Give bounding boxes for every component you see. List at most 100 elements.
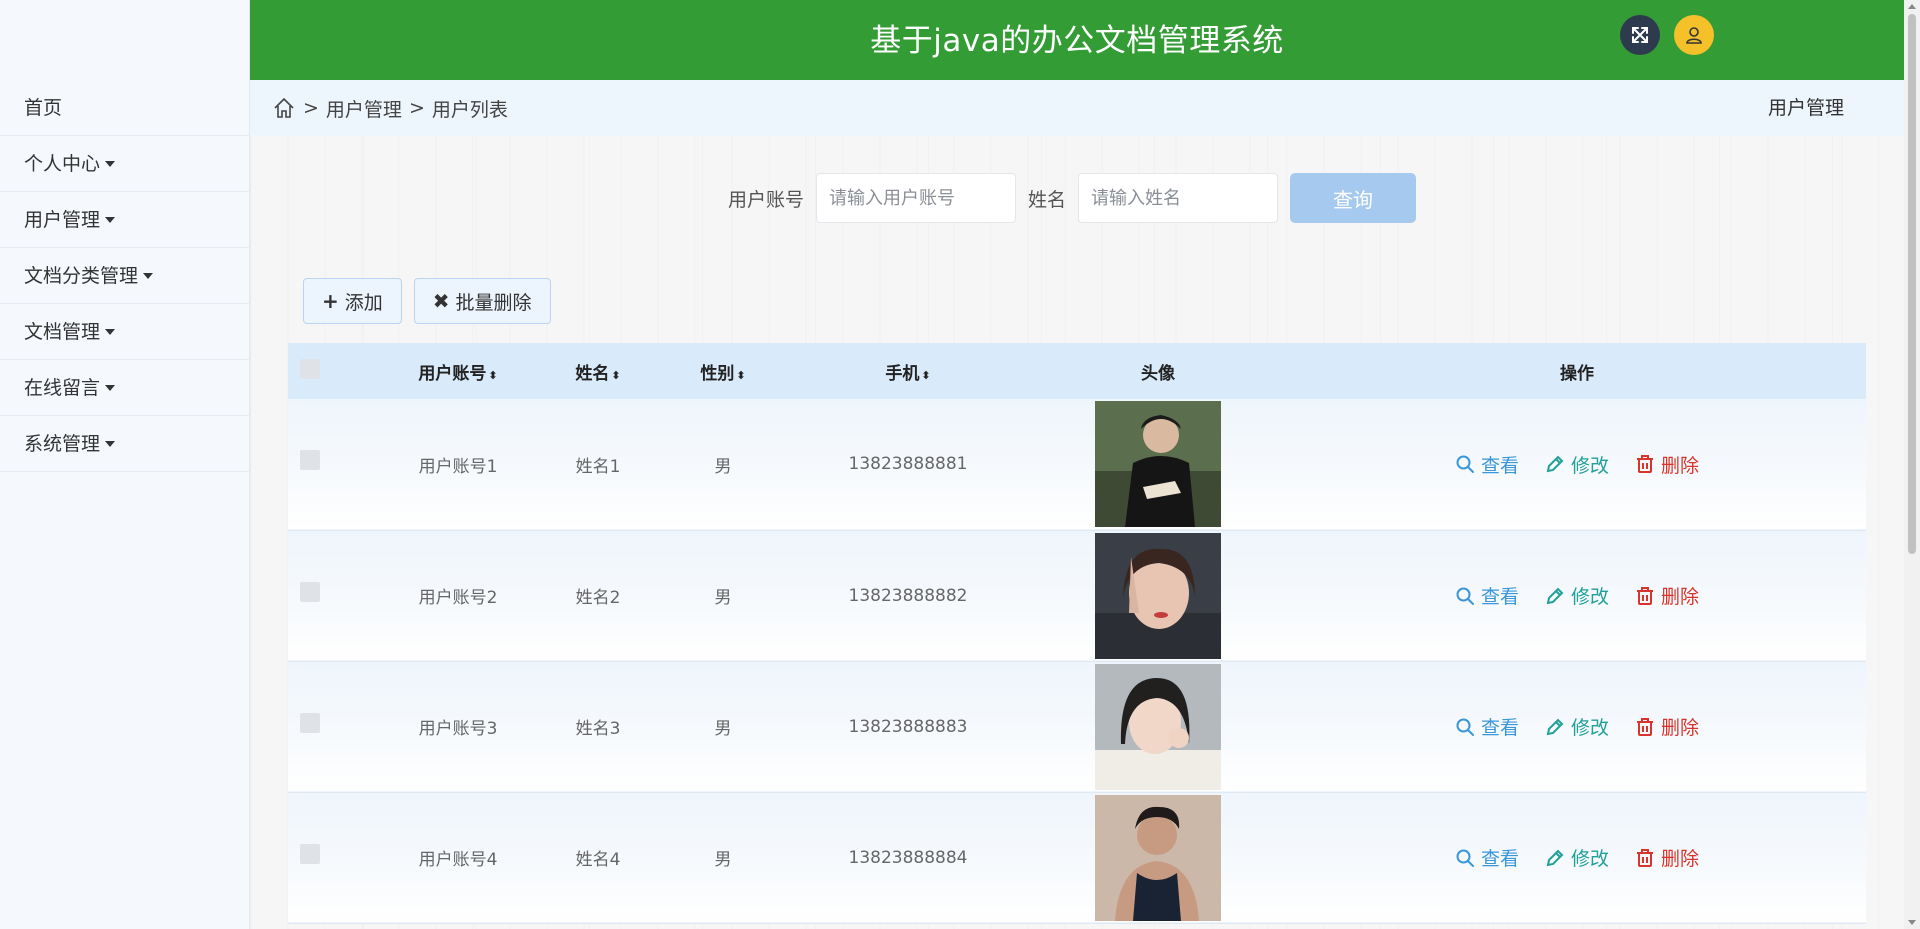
edit-icon [1546, 455, 1564, 473]
breadcrumb-separator: > [303, 97, 319, 119]
row-checkbox[interactable] [300, 712, 320, 733]
delete-button[interactable]: 删除 [1635, 713, 1699, 740]
user-table-wrapper: 用户账号 ⬍ 姓名 ⬍ 性别 ⬍ 手机 ⬍ 头像 操作 用户账号1 姓名1 男 1382… [288, 343, 1866, 929]
avatar [1095, 532, 1221, 659]
scroll-thumb[interactable] [1908, 14, 1916, 554]
sidebar-item-label: 个人中心 [24, 152, 101, 175]
top-header: 基于java的办公文档管理系统 [250, 0, 1904, 80]
edit-button[interactable]: 修改 [1545, 582, 1609, 609]
breadcrumb-item-user-list: 用户列表 [431, 98, 508, 121]
sidebar-item-label: 文档管理 [24, 320, 101, 343]
cell-gender: 男 [714, 456, 732, 477]
cell-account: 用户账号4 [418, 850, 498, 870]
table-row: 用户账号1 姓名1 男 13823888881 查看 修改 删除 [288, 399, 1866, 530]
cell-account: 用户账号3 [418, 719, 498, 739]
edit-icon [1546, 587, 1564, 604]
delete-button[interactable]: 删除 [1635, 582, 1699, 609]
cell-avatar [1028, 792, 1288, 923]
fullscreen-button[interactable] [1620, 15, 1660, 55]
row-checkbox[interactable] [300, 450, 320, 470]
breadcrumb: > 用户管理 > 用户列表 [272, 80, 508, 136]
caret-down-icon [105, 384, 116, 391]
edit-button[interactable]: 修改 [1545, 451, 1609, 478]
row-checkbox[interactable] [300, 581, 320, 602]
sort-icon: ⬍ [611, 368, 621, 382]
view-button[interactable]: 查看 [1455, 844, 1519, 871]
trash-icon [1637, 848, 1653, 867]
user-avatar-button[interactable] [1674, 15, 1714, 55]
scroll-up-icon[interactable] [1908, 4, 1916, 9]
sidebar-item-label: 首页 [24, 96, 63, 119]
column-header-gender[interactable]: 性别 ⬍ [658, 343, 788, 399]
sidebar-item-label: 系统管理 [24, 432, 101, 455]
search-icon [1456, 849, 1474, 867]
trash-icon [1637, 717, 1653, 736]
delete-button[interactable]: 删除 [1635, 844, 1699, 871]
view-button[interactable]: 查看 [1455, 582, 1519, 609]
edit-button[interactable]: 修改 [1545, 844, 1609, 871]
user-table: 用户账号 ⬍ 姓名 ⬍ 性别 ⬍ 手机 ⬍ 头像 操作 用户账号1 姓名1 男 1382… [288, 343, 1866, 924]
page-scrollbar[interactable] [1904, 0, 1920, 929]
cell-gender: 男 [714, 588, 732, 608]
sidebar-item-home[interactable]: 首页 [0, 80, 250, 136]
sidebar-item-label: 在线留言 [24, 376, 101, 399]
row-actions: 查看 修改 删除 [1288, 451, 1866, 478]
cell-phone: 13823888884 [848, 847, 968, 868]
cell-ops: 查看 修改 删除 [1288, 792, 1866, 923]
caret-down-icon [105, 160, 116, 167]
select-all-checkbox[interactable] [300, 358, 320, 379]
cell-name: 姓名1 [575, 456, 621, 477]
scroll-down-icon[interactable] [1908, 920, 1916, 925]
sidebar-item-user-management[interactable]: 用户管理 [0, 192, 250, 248]
action-buttons: + 添加 ✖ 批量删除 [303, 278, 551, 324]
cell-phone: 13823888883 [848, 716, 968, 737]
batch-delete-button[interactable]: ✖ 批量删除 [413, 278, 551, 324]
sidebar-item-system-management[interactable]: 系统管理 [0, 416, 250, 472]
breadcrumb-bar: > 用户管理 > 用户列表 用户管理 [250, 80, 1904, 136]
close-icon: ✖ [432, 289, 450, 313]
fullscreen-icon [1632, 27, 1648, 43]
row-actions: 查看 修改 删除 [1288, 844, 1866, 871]
column-header-avatar: 头像 [1141, 363, 1175, 384]
sidebar-item-doc-management[interactable]: 文档管理 [0, 304, 250, 360]
column-header-account[interactable]: 用户账号 ⬍ [378, 343, 538, 399]
sort-icon: ⬍ [921, 368, 931, 382]
view-button[interactable]: 查看 [1455, 713, 1519, 740]
breadcrumb-item-user-management[interactable]: 用户管理 [326, 95, 402, 122]
row-actions: 查看 修改 删除 [1288, 582, 1866, 609]
edit-button[interactable]: 修改 [1545, 713, 1609, 740]
cell-name: 姓名3 [575, 719, 621, 739]
account-search-input[interactable] [816, 173, 1017, 223]
cell-account: 用户账号2 [418, 588, 498, 608]
column-header-phone[interactable]: 手机 ⬍ [788, 343, 1028, 399]
search-icon [1456, 587, 1474, 605]
add-button[interactable]: + 添加 [303, 278, 402, 324]
sidebar-item-online-message[interactable]: 在线留言 [0, 360, 250, 416]
breadcrumb-separator: > [408, 97, 425, 119]
cell-avatar [1028, 399, 1288, 530]
search-icon [1456, 718, 1474, 736]
sidebar-item-personal-center[interactable]: 个人中心 [0, 136, 250, 192]
column-header-ops: 操作 [1560, 363, 1594, 384]
search-icon [1456, 455, 1474, 474]
cell-phone: 13823888882 [848, 585, 968, 606]
cell-phone: 13823888881 [848, 454, 968, 475]
trash-icon [1637, 586, 1653, 605]
sidebar-item-label: 文档分类管理 [24, 264, 139, 287]
avatar [1095, 663, 1221, 790]
search-button[interactable]: 查询 [1290, 173, 1417, 223]
column-header-name[interactable]: 姓名 ⬍ [538, 343, 658, 399]
cell-avatar [1028, 661, 1288, 792]
plus-icon: + [322, 289, 339, 313]
name-search-input[interactable] [1078, 173, 1279, 223]
delete-button[interactable]: 删除 [1635, 451, 1699, 478]
row-checkbox[interactable] [300, 843, 320, 864]
caret-down-icon [105, 440, 116, 447]
row-actions: 查看 修改 删除 [1288, 713, 1866, 740]
view-button[interactable]: 查看 [1455, 451, 1519, 478]
table-header-row: 用户账号 ⬍ 姓名 ⬍ 性别 ⬍ 手机 ⬍ 头像 操作 [288, 343, 1866, 399]
edit-icon [1546, 718, 1564, 735]
sidebar-item-doc-category-management[interactable]: 文档分类管理 [0, 248, 250, 304]
batch-delete-button-label: 批量删除 [455, 291, 532, 314]
home-icon[interactable] [272, 96, 296, 120]
